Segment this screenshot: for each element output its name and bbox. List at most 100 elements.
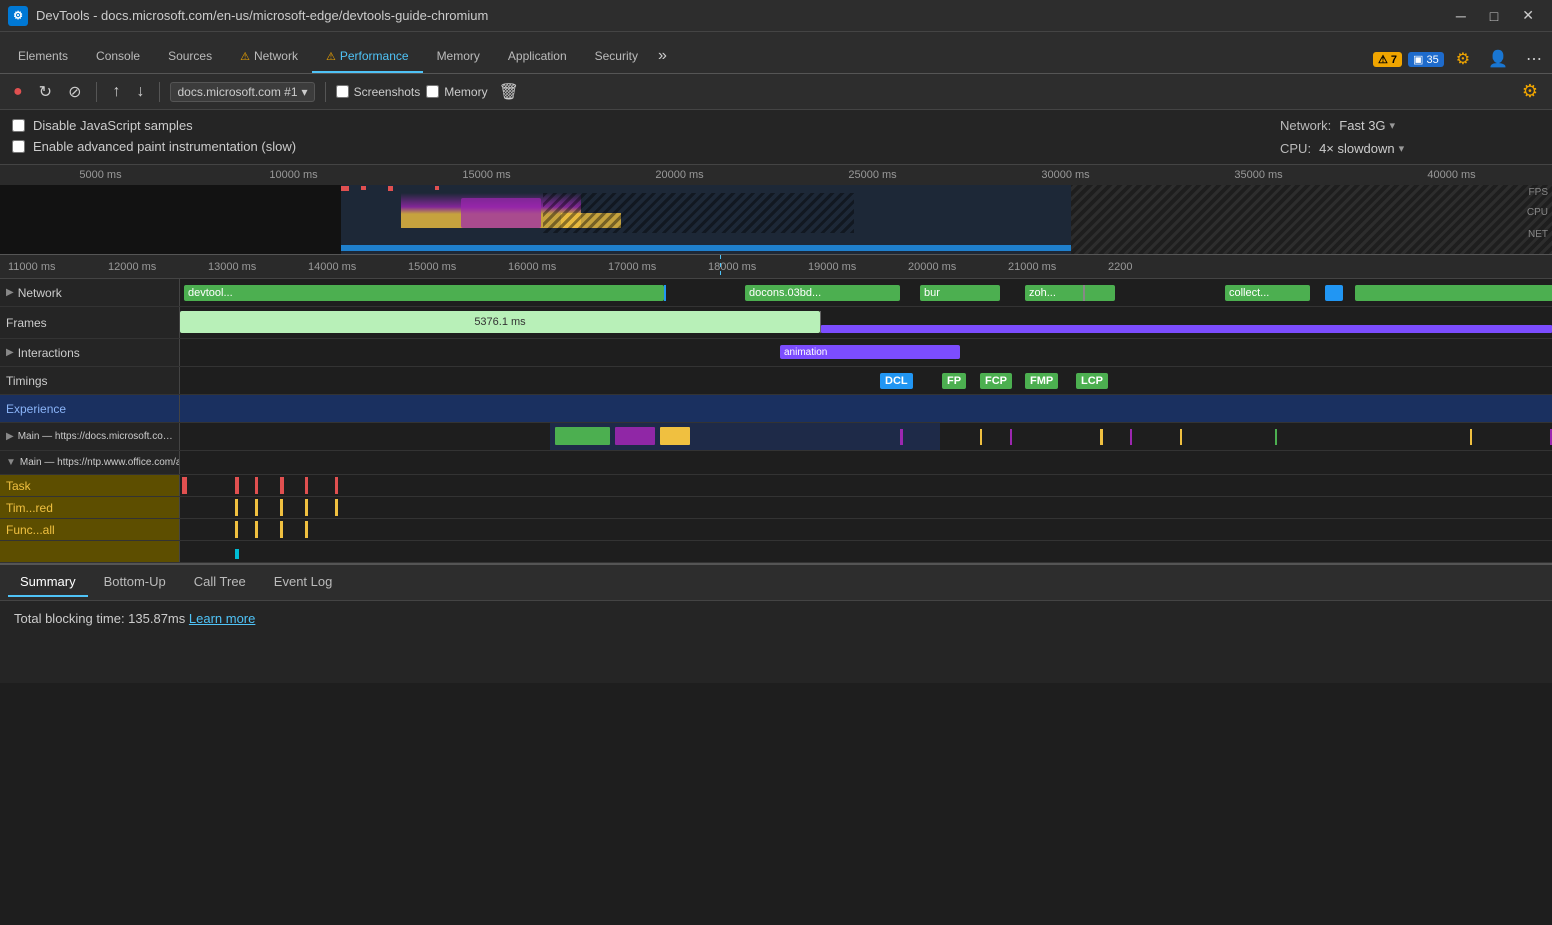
tick-10000: 10000 ms bbox=[197, 169, 390, 181]
zoh-marker bbox=[1083, 285, 1085, 301]
overview-blue-bar bbox=[341, 245, 1070, 251]
net-bar-docons[interactable]: docons.03bd... bbox=[745, 285, 900, 301]
tab-performance[interactable]: ⚠Performance bbox=[312, 41, 423, 73]
timing-lcp: LCP bbox=[1076, 373, 1108, 389]
interaction-animation-bar: animation bbox=[780, 345, 960, 359]
timer-bar-5 bbox=[335, 499, 338, 516]
tab-call-tree[interactable]: Call Tree bbox=[182, 568, 258, 597]
main1-bar3 bbox=[1010, 429, 1012, 445]
net-bar-devtool[interactable]: devtool... bbox=[184, 285, 664, 301]
extra-track bbox=[0, 541, 1552, 563]
dtick-15000: 15000 ms bbox=[404, 261, 504, 273]
toolbar-settings-button[interactable]: ⚙ bbox=[1516, 77, 1544, 106]
main1-yellow-block bbox=[660, 427, 690, 445]
maximize-button[interactable]: □ bbox=[1480, 3, 1508, 28]
timing-fmp: FMP bbox=[1025, 373, 1058, 389]
clear-recording-button[interactable]: 🗑 bbox=[494, 79, 524, 105]
interactions-expand-arrow: ▶ bbox=[6, 347, 14, 358]
settings-panel: Disable JavaScript samples Enable advanc… bbox=[0, 110, 1552, 165]
tab-network[interactable]: ⚠Network bbox=[226, 41, 312, 73]
tab-summary[interactable]: Summary bbox=[8, 568, 88, 597]
interactions-track-content: animation bbox=[180, 339, 1552, 366]
timeline-overview[interactable]: 5000 ms 10000 ms 15000 ms 20000 ms 25000… bbox=[0, 165, 1552, 255]
reload-button[interactable]: ↻ bbox=[34, 79, 57, 105]
enable-paint-row: Enable advanced paint instrumentation (s… bbox=[12, 139, 1260, 154]
tab-sources[interactable]: Sources bbox=[154, 41, 226, 73]
net-bar-collect[interactable]: collect... bbox=[1225, 285, 1310, 301]
tab-console[interactable]: Console bbox=[82, 41, 154, 73]
func-bar-4 bbox=[305, 521, 308, 538]
stop-button[interactable]: ⊘ bbox=[63, 79, 86, 105]
network-expand-arrow: ▶ bbox=[6, 287, 14, 298]
warning-badge: ⚠ 7 bbox=[1373, 52, 1402, 67]
func-bar-1 bbox=[235, 521, 238, 538]
func-bar-2 bbox=[255, 521, 258, 538]
frames-track-label: Frames bbox=[0, 307, 180, 338]
net-bar-bur[interactable]: bur bbox=[920, 285, 1000, 301]
task-bar-3 bbox=[255, 477, 258, 494]
profile-button[interactable]: 👤 bbox=[1482, 45, 1514, 73]
record-button[interactable]: ● bbox=[8, 80, 28, 104]
overview-tracks: FPS CPU NET bbox=[0, 185, 1552, 255]
frame-purple-bar bbox=[821, 325, 1552, 333]
minimize-button[interactable]: ─ bbox=[1446, 3, 1476, 28]
network-setting-label: Network: bbox=[1280, 118, 1331, 133]
download-button[interactable]: ↓ bbox=[131, 80, 149, 104]
profile-selector[interactable]: docs.microsoft.com #1 ▾ bbox=[170, 82, 314, 102]
memory-checkbox[interactable]: Memory bbox=[426, 85, 487, 99]
marker-2 bbox=[361, 186, 366, 190]
task-bar-4 bbox=[280, 477, 284, 494]
main1-green-block bbox=[555, 427, 610, 445]
main1-bar6 bbox=[1180, 429, 1182, 445]
close-button[interactable]: ✕ bbox=[1512, 3, 1544, 28]
timer-bar-4 bbox=[305, 499, 308, 516]
timings-track-label: Timings bbox=[0, 367, 180, 394]
timings-track-content: DCL FP FCP FMP LCP bbox=[180, 367, 1552, 394]
interactions-track-label[interactable]: ▶ Interactions bbox=[0, 339, 180, 366]
screenshots-checkbox[interactable]: Screenshots bbox=[336, 85, 421, 99]
tick-40000: 40000 ms bbox=[1355, 169, 1548, 181]
extra-track-label bbox=[0, 541, 180, 562]
net-bar-long[interactable] bbox=[1355, 285, 1552, 301]
tab-memory[interactable]: Memory bbox=[423, 41, 494, 73]
network-track-label[interactable]: ▶ Network bbox=[0, 279, 180, 306]
tab-application[interactable]: Application bbox=[494, 41, 581, 73]
dtick-18000: 18000 ms bbox=[704, 261, 804, 273]
net-bar-zoh[interactable]: zoh... bbox=[1025, 285, 1115, 301]
frame-duration: 5376.1 ms bbox=[474, 316, 525, 328]
more-options-button[interactable]: ⋯ bbox=[1520, 45, 1548, 73]
tick-35000: 35000 ms bbox=[1162, 169, 1355, 181]
func-track: Func...all bbox=[0, 519, 1552, 541]
network-throttle-dropdown[interactable]: Fast 3G ▾ bbox=[1339, 118, 1395, 133]
cpu-label: CPU bbox=[1527, 207, 1548, 218]
settings-right: Network: Fast 3G ▾ CPU: 4× slowdown ▾ bbox=[1260, 118, 1540, 156]
enable-paint-label: Enable advanced paint instrumentation (s… bbox=[33, 139, 296, 154]
dtick-21000: 21000 ms bbox=[1004, 261, 1104, 273]
disable-js-checkbox[interactable] bbox=[12, 119, 25, 132]
net-bar-blue[interactable] bbox=[1325, 285, 1343, 301]
cpu-throttle-setting: CPU: 4× slowdown ▾ bbox=[1280, 141, 1404, 156]
main1-track-content bbox=[180, 423, 1552, 450]
tab-event-log[interactable]: Event Log bbox=[262, 568, 345, 597]
overview-left-mask bbox=[0, 185, 341, 255]
toolbar-separator-2 bbox=[159, 82, 160, 102]
task-track: Task bbox=[0, 475, 1552, 497]
func-track-content bbox=[180, 519, 1552, 540]
learn-more-link[interactable]: Learn more bbox=[189, 611, 255, 626]
enable-paint-checkbox[interactable] bbox=[12, 140, 25, 153]
tab-security[interactable]: Security bbox=[581, 41, 652, 73]
more-tabs-button[interactable]: » bbox=[652, 39, 673, 73]
main2-track-label[interactable]: ▼ Main — https://ntp.www.office.com/antp… bbox=[0, 451, 180, 474]
main1-track-label[interactable]: ▶ Main — https://docs.microsoft.com/en-u… bbox=[0, 423, 180, 450]
extra-track-content bbox=[180, 541, 1552, 562]
tab-bottom-up[interactable]: Bottom-Up bbox=[92, 568, 178, 597]
settings-gear-button[interactable]: ⚙ bbox=[1450, 45, 1476, 73]
task-track-content bbox=[180, 475, 1552, 496]
experience-label: Experience bbox=[6, 402, 66, 416]
interactions-label: Interactions bbox=[18, 346, 80, 360]
tab-elements[interactable]: Elements bbox=[4, 41, 82, 73]
upload-button[interactable]: ↑ bbox=[107, 80, 125, 104]
tick-5000: 5000 ms bbox=[4, 169, 197, 181]
cpu-throttle-dropdown[interactable]: 4× slowdown ▾ bbox=[1319, 141, 1404, 156]
tick-20000: 20000 ms bbox=[583, 169, 776, 181]
